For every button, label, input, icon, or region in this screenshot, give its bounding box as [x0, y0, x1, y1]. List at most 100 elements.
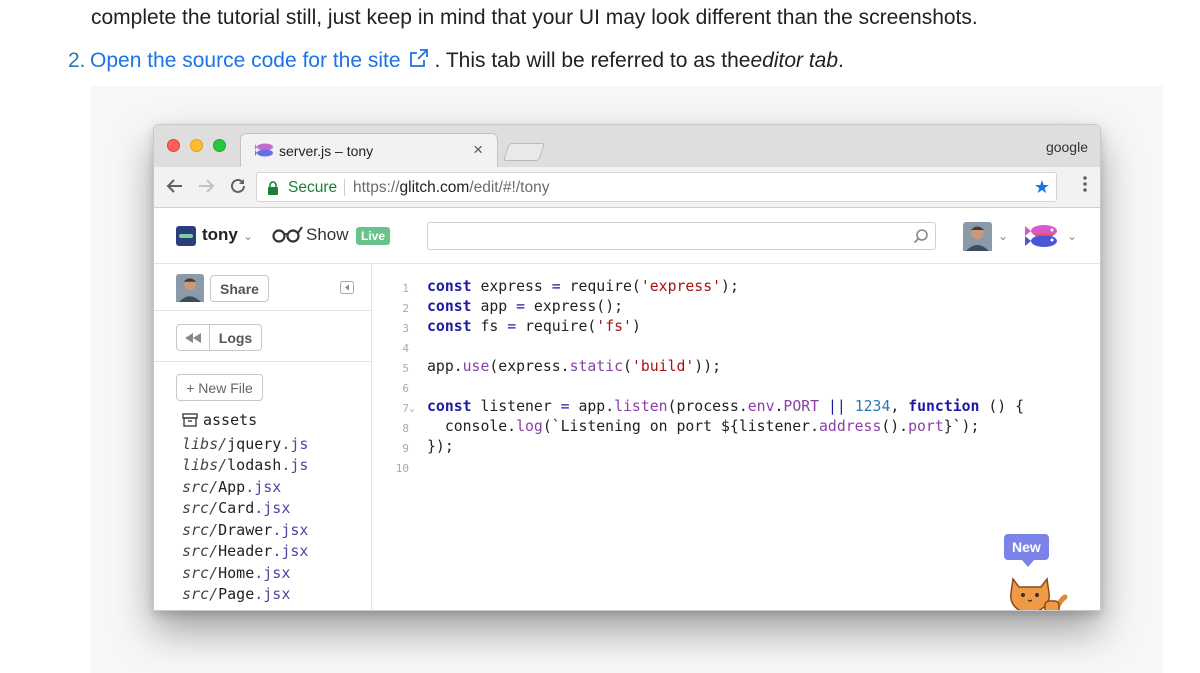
file-dir: libs/: [182, 456, 228, 474]
fish-logo-icon[interactable]: [1025, 222, 1061, 255]
project-logo-icon: [176, 226, 196, 251]
file-dir: src/: [182, 563, 219, 582]
address-bar[interactable]: Secure https://glitch.com/edit/#!/tony ★: [256, 172, 1057, 202]
file-ext: .js: [281, 434, 309, 453]
file-ext: .jsx: [254, 499, 291, 517]
file-name: Card: [218, 499, 255, 517]
file-name: assets: [203, 411, 258, 429]
cat-icon[interactable]: [1007, 571, 1069, 610]
file-list: assets libs/jquery.js libs/lodash.js src/Ap…: [182, 410, 308, 606]
file-dir: src/: [182, 542, 219, 560]
url-scheme: https://: [353, 179, 400, 196]
search-icon: [913, 228, 929, 249]
minimize-window-button[interactable]: [190, 139, 203, 152]
code-line: 10: [373, 458, 1024, 478]
back-icon[interactable]: [166, 177, 184, 199]
doc-step-2: 2. Open the source code for the site . T…: [68, 48, 844, 74]
external-link-icon[interactable]: [409, 48, 429, 74]
line-number: 7: [402, 402, 409, 415]
file-dir: libs/: [182, 434, 228, 453]
reload-icon[interactable]: [229, 177, 247, 199]
line-number: 10: [395, 462, 409, 475]
file-item[interactable]: libs/lodash.js: [182, 455, 308, 477]
file-ext: .jsx: [272, 520, 309, 539]
search-input[interactable]: [427, 222, 936, 250]
fold-chevron-icon[interactable]: ⌄: [409, 398, 427, 418]
new-file-button[interactable]: + New File: [176, 374, 263, 401]
file-item[interactable]: src/Card.jsx: [182, 498, 308, 520]
browser-window: server.js – tony × google Secure https:/…: [153, 124, 1101, 611]
file-item[interactable]: src/Home.jsx: [182, 563, 308, 585]
file-dir: src/: [182, 477, 219, 496]
project-name[interactable]: tony: [202, 225, 238, 245]
file-dir: src/: [182, 499, 219, 517]
chevron-down-icon[interactable]: ⌄: [1067, 229, 1077, 243]
code-editor[interactable]: 1 const express = require('express'); 2 co…: [373, 264, 1100, 610]
lock-icon: [267, 181, 279, 200]
close-window-button[interactable]: [167, 139, 180, 152]
file-item[interactable]: src/Page.jsx: [182, 584, 308, 606]
chevron-down-icon[interactable]: ⌄: [243, 229, 253, 243]
share-button[interactable]: Share: [210, 275, 269, 302]
code-line: 9});: [373, 438, 1024, 458]
file-name: Drawer: [218, 520, 273, 539]
code-line: 6: [373, 378, 1024, 398]
file-ext: .jsx: [254, 563, 291, 582]
line-number: 6: [402, 382, 409, 395]
file-dir: src/: [182, 585, 219, 603]
file-ext: .js: [281, 456, 309, 474]
file-item[interactable]: src/Drawer.jsx: [182, 520, 308, 542]
chevron-down-icon[interactable]: ⌄: [998, 229, 1008, 243]
new-tab-button[interactable]: [503, 143, 545, 161]
star-icon[interactable]: ★: [1034, 177, 1050, 198]
glitch-header: tony ⌄ Show Live ⌄ ⌄: [154, 209, 1100, 264]
line-number: 1: [402, 282, 409, 295]
file-ext: .jsx: [254, 585, 291, 603]
file-item[interactable]: src/App.jsx: [182, 477, 308, 499]
folder-icon: [182, 412, 198, 434]
forward-icon[interactable]: [197, 177, 215, 199]
menu-icon[interactable]: [1083, 176, 1087, 192]
logs-button[interactable]: Logs: [209, 324, 262, 351]
url-text: https://glitch.com/edit/#!/tony: [353, 179, 549, 197]
show-button[interactable]: Show: [306, 225, 349, 245]
browser-tab[interactable]: server.js – tony ×: [240, 133, 498, 167]
title-bar: server.js – tony × google: [154, 125, 1100, 167]
step-text: . This tab will be referred to as the: [434, 49, 751, 72]
collaborator-avatar[interactable]: [176, 274, 204, 307]
step-number: 2.: [68, 49, 86, 72]
file-item[interactable]: src/Header.jsx: [182, 541, 308, 563]
file-item[interactable]: libs/jquery.js: [182, 434, 308, 456]
tab-close-icon[interactable]: ×: [473, 140, 483, 160]
maximize-window-button[interactable]: [213, 139, 226, 152]
line-number: 4: [402, 342, 409, 355]
rewind-icon[interactable]: [176, 324, 210, 351]
file-sidebar: Share Logs + New File assets libs/jquery.…: [154, 264, 372, 610]
step-period: .: [838, 49, 844, 72]
line-number: 2: [402, 302, 409, 315]
file-name: lodash: [227, 456, 282, 474]
code-line: 7 ⌄ const listener = app.listen(process.en…: [373, 398, 1024, 418]
code-line: 3 const fs = require('fs'): [373, 318, 1024, 338]
file-ext: .jsx: [245, 477, 282, 496]
code-view[interactable]: 1 const express = require('express'); 2 co…: [373, 278, 1024, 478]
code-line: 2 const app = express();: [373, 298, 1024, 318]
url-path: /edit/#!/tony: [469, 179, 550, 196]
file-dir: src/: [182, 520, 219, 539]
new-badge[interactable]: New: [1004, 534, 1049, 567]
tab-title: server.js – tony: [279, 143, 374, 159]
file-name: jquery: [227, 434, 282, 453]
divider: [154, 310, 372, 311]
profile-name[interactable]: google: [1046, 139, 1088, 155]
source-code-link[interactable]: Open the source code for the site: [90, 49, 401, 73]
live-badge: Live: [356, 227, 391, 245]
glasses-icon[interactable]: [271, 225, 303, 248]
fish-favicon-icon: [255, 142, 275, 163]
file-item[interactable]: assets: [182, 410, 308, 434]
collapse-icon[interactable]: [340, 281, 354, 299]
secure-label: Secure: [288, 179, 338, 196]
line-number: 3: [402, 322, 409, 335]
browser-toolbar: Secure https://glitch.com/edit/#!/tony ★: [154, 167, 1100, 208]
file-name: App: [218, 477, 246, 496]
user-avatar[interactable]: [963, 222, 992, 256]
